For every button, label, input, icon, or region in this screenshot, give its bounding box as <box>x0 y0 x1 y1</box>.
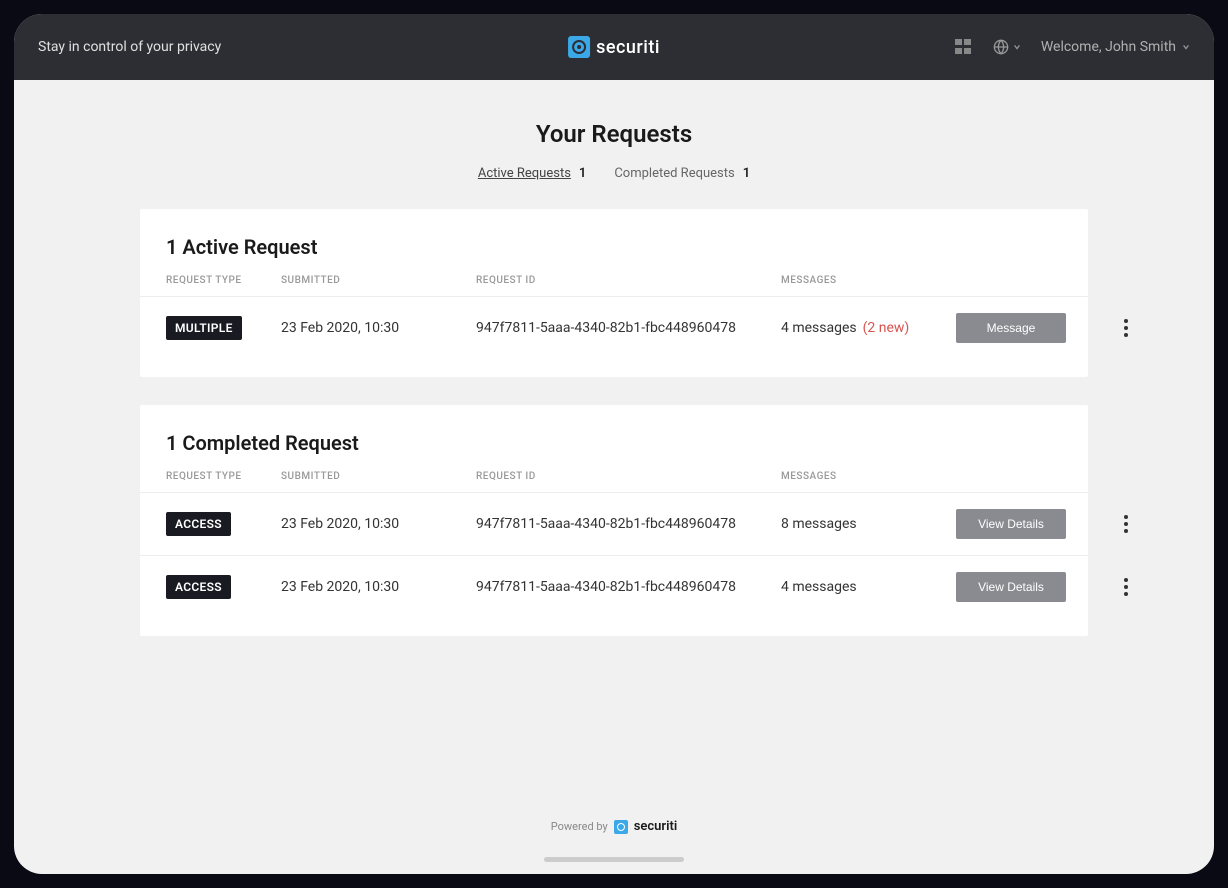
home-indicator <box>544 857 684 862</box>
language-selector[interactable] <box>993 39 1021 55</box>
tabs: Active Requests 1 Completed Requests 1 <box>14 166 1214 181</box>
table-header: REQUEST TYPE SUBMITTED REQUEST ID MESSAG… <box>140 275 1088 296</box>
tab-label: Completed Requests <box>614 166 734 181</box>
powered-by-label: Powered by <box>551 820 608 833</box>
id-cell: 947f7811-5aaa-4340-82b1-fbc448960478 <box>476 579 781 595</box>
col-id: REQUEST ID <box>476 275 781 286</box>
col-messages: MESSAGES <box>781 275 956 286</box>
card-title: 1 Active Request <box>140 235 1088 275</box>
main-content: Your Requests Active Requests 1 Complete… <box>14 80 1214 636</box>
header-right: Welcome, John Smith <box>955 39 1190 55</box>
submitted-cell: 23 Feb 2020, 10:30 <box>281 579 476 595</box>
header: Stay in control of your privacy securiti… <box>14 14 1214 80</box>
col-submitted: SUBMITTED <box>281 275 476 286</box>
col-type: REQUEST TYPE <box>166 275 281 286</box>
chevron-down-icon <box>1182 43 1190 51</box>
footer: Powered by securiti <box>14 819 1214 834</box>
more-menu-icon[interactable] <box>1120 315 1132 341</box>
messages-cell: 4 messages (2 new) <box>781 320 956 336</box>
submitted-cell: 23 Feb 2020, 10:30 <box>281 320 476 336</box>
type-badge: ACCESS <box>166 575 231 599</box>
device-frame: Stay in control of your privacy securiti… <box>14 14 1214 874</box>
user-menu[interactable]: Welcome, John Smith <box>1041 39 1190 55</box>
completed-requests-card: 1 Completed Request REQUEST TYPE SUBMITT… <box>140 405 1088 636</box>
more-menu-icon[interactable] <box>1120 511 1132 537</box>
tagline: Stay in control of your privacy <box>38 39 221 55</box>
footer-brand: securiti <box>634 819 678 834</box>
table-row: ACCESS 23 Feb 2020, 10:30 947f7811-5aaa-… <box>140 555 1088 618</box>
page-title: Your Requests <box>14 120 1214 148</box>
id-cell: 947f7811-5aaa-4340-82b1-fbc448960478 <box>476 516 781 532</box>
welcome-label: Welcome, John Smith <box>1041 39 1176 55</box>
globe-icon <box>993 39 1009 55</box>
submitted-cell: 23 Feb 2020, 10:30 <box>281 516 476 532</box>
view-details-button[interactable]: View Details <box>956 572 1066 602</box>
logo-text: securiti <box>596 37 660 58</box>
table-row: ACCESS 23 Feb 2020, 10:30 947f7811-5aaa-… <box>140 492 1088 555</box>
type-badge: MULTIPLE <box>166 316 242 340</box>
type-badge: ACCESS <box>166 512 231 536</box>
col-messages: MESSAGES <box>781 471 956 482</box>
active-requests-card: 1 Active Request REQUEST TYPE SUBMITTED … <box>140 209 1088 377</box>
apps-icon[interactable] <box>955 39 973 55</box>
col-id: REQUEST ID <box>476 471 781 482</box>
more-menu-icon[interactable] <box>1120 574 1132 600</box>
new-messages: (2 new) <box>863 320 910 336</box>
tab-count: 1 <box>579 166 586 181</box>
table-header: REQUEST TYPE SUBMITTED REQUEST ID MESSAG… <box>140 471 1088 492</box>
card-title: 1 Completed Request <box>140 431 1088 471</box>
tab-active-requests[interactable]: Active Requests 1 <box>478 166 587 181</box>
chevron-down-icon <box>1013 43 1021 51</box>
tab-label: Active Requests <box>478 166 571 181</box>
col-type: REQUEST TYPE <box>166 471 281 482</box>
col-submitted: SUBMITTED <box>281 471 476 482</box>
tab-count: 1 <box>743 166 750 181</box>
brand-logo[interactable]: securiti <box>568 36 660 58</box>
messages-cell: 4 messages <box>781 579 956 595</box>
messages-cell: 8 messages <box>781 516 956 532</box>
logo-icon <box>568 36 590 58</box>
table-row: MULTIPLE 23 Feb 2020, 10:30 947f7811-5aa… <box>140 296 1088 359</box>
tab-completed-requests[interactable]: Completed Requests 1 <box>614 166 750 181</box>
id-cell: 947f7811-5aaa-4340-82b1-fbc448960478 <box>476 320 781 336</box>
message-button[interactable]: Message <box>956 313 1066 343</box>
footer-logo-icon <box>614 820 628 834</box>
view-details-button[interactable]: View Details <box>956 509 1066 539</box>
messages-count: 4 messages <box>781 320 857 336</box>
